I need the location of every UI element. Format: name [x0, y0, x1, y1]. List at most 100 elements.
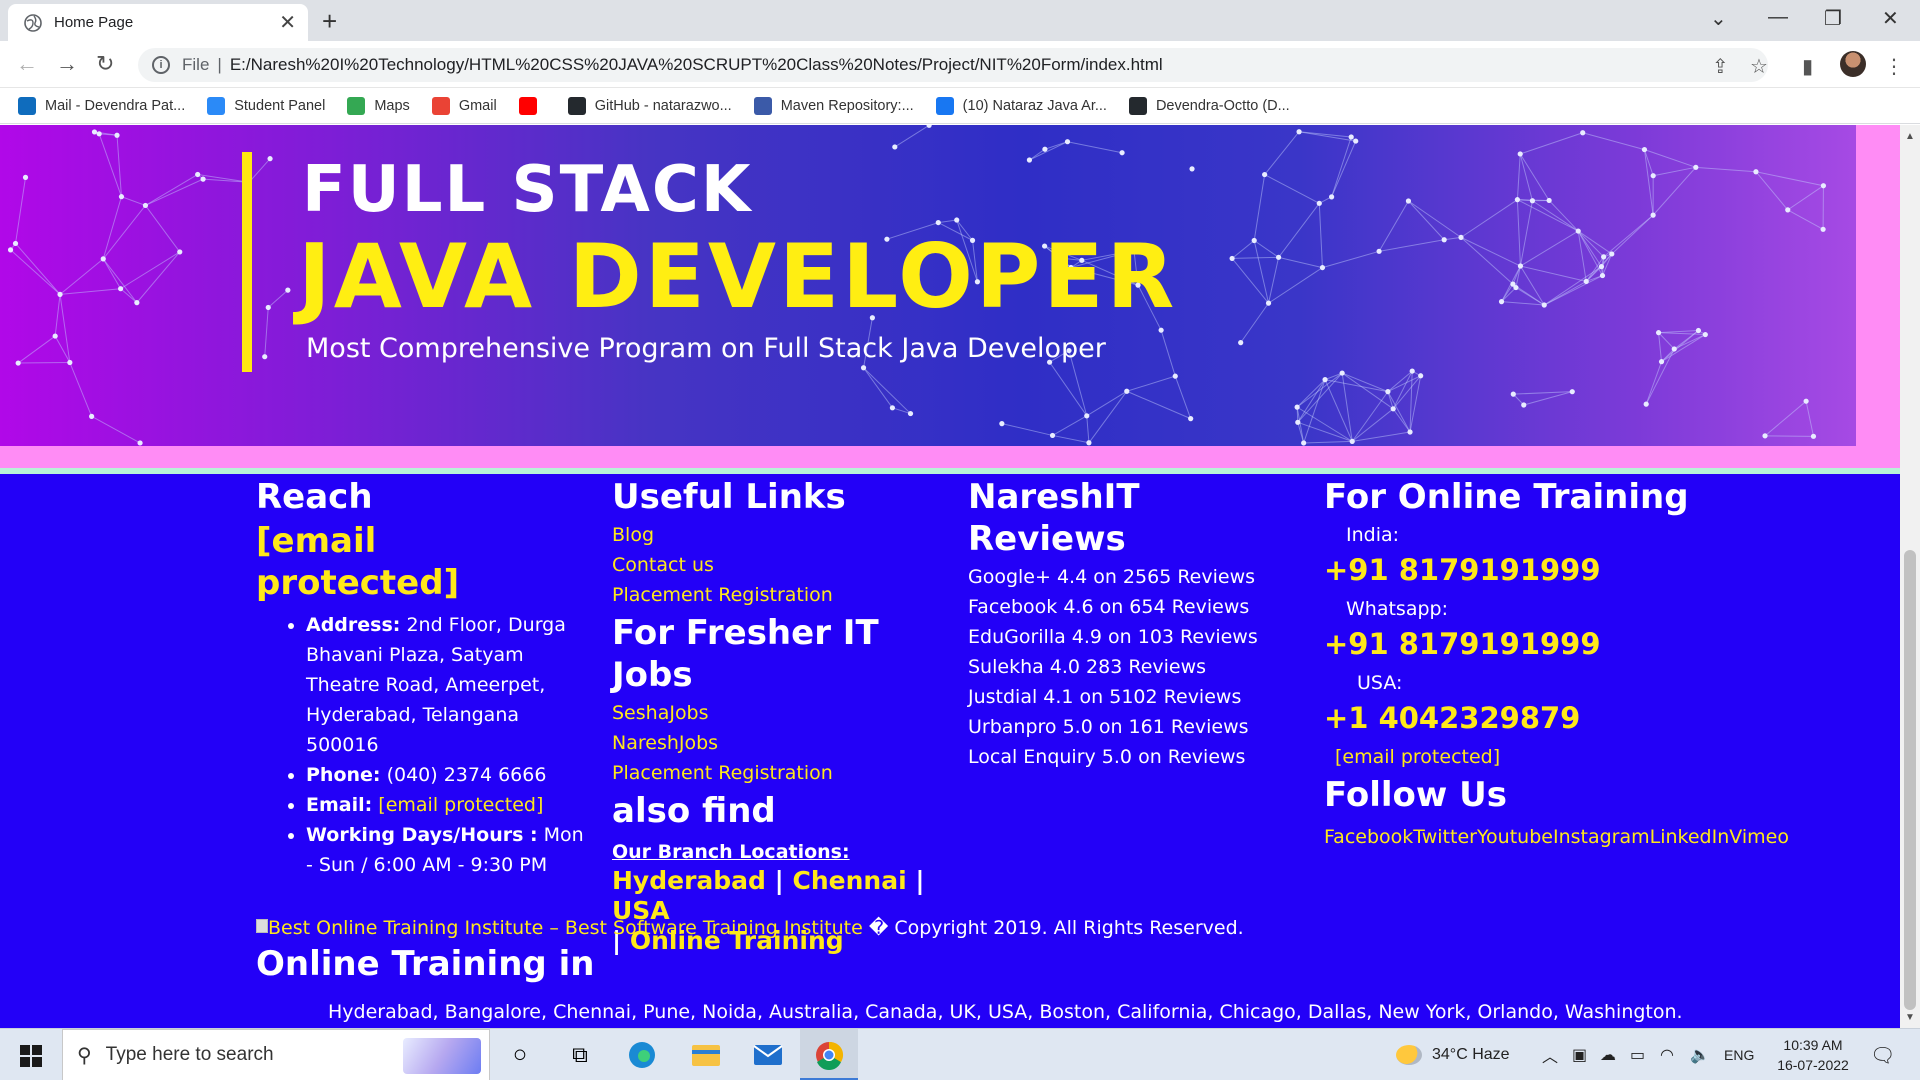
- review-urbanpro[interactable]: Urbanpro 5.0 on 161 Reviews: [968, 712, 1298, 742]
- windows-start-icon[interactable]: [20, 1045, 42, 1067]
- reach-column: Reach [email protected] Address: 2nd Flo…: [256, 474, 586, 880]
- branch-locations-heading: Our Branch Locations:: [612, 841, 850, 863]
- bookmark-item[interactable]: Student Panel: [207, 96, 326, 115]
- link-placement[interactable]: Placement Registration: [612, 580, 942, 610]
- online-email-link[interactable]: [email protected]: [1335, 742, 1784, 772]
- minimize-icon[interactable]: —: [1768, 6, 1788, 29]
- reach-heading: Reach: [256, 477, 373, 517]
- scroll-down-arrow-icon[interactable]: ▼: [1905, 1012, 1915, 1023]
- taskbar-search-box[interactable]: ⚲ Type here to search: [62, 1029, 490, 1080]
- bookmark-item[interactable]: Devendra-Octto (D...: [1128, 96, 1290, 115]
- edge-icon[interactable]: [626, 1039, 658, 1071]
- india-phone[interactable]: +91 8179191999: [1324, 550, 1784, 590]
- review-sulekha[interactable]: Sulekha 4.0 283 Reviews: [968, 652, 1298, 682]
- address-bar[interactable]: i File | E:/Naresh%20I%20Technology/HTML…: [138, 48, 1768, 82]
- review-facebook[interactable]: Facebook 4.6 on 654 Reviews: [968, 592, 1298, 622]
- branch-chennai[interactable]: Chennai: [793, 866, 907, 895]
- new-tab-icon[interactable]: +: [322, 6, 337, 37]
- close-tab-icon[interactable]: ✕: [279, 10, 296, 35]
- link-blog[interactable]: Blog: [612, 520, 942, 550]
- profile-avatar[interactable]: [1840, 51, 1866, 77]
- review-google[interactable]: Google+ 4.4 on 2565 Reviews: [968, 562, 1298, 592]
- mail-icon[interactable]: [752, 1039, 784, 1071]
- bookmark-item[interactable]: Mail - Devendra Pat...: [18, 96, 185, 115]
- device-icon[interactable]: ▣: [1572, 1029, 1587, 1080]
- review-edugorilla[interactable]: EduGorilla 4.9 on 103 Reviews: [968, 622, 1298, 652]
- social-vimeo[interactable]: Vimeo: [1729, 826, 1789, 848]
- banner-subtitle: Most Comprehensive Program on Full Stack…: [306, 333, 1106, 364]
- banner-title-line2: JAVA DEVELOPER: [298, 225, 1178, 328]
- email-link[interactable]: [email protected]: [378, 794, 543, 816]
- reload-icon[interactable]: ↻: [96, 51, 114, 77]
- side-panel-icon[interactable]: ▮: [1802, 54, 1813, 79]
- weather-icon: [1396, 1045, 1422, 1065]
- social-youtube[interactable]: Youtube: [1477, 826, 1553, 848]
- follow-us-heading: Follow Us: [1324, 775, 1507, 815]
- review-local-enquiry[interactable]: Local Enquiry 5.0 on Reviews: [968, 742, 1298, 772]
- back-icon[interactable]: ←: [16, 51, 38, 77]
- bookmark-star-icon[interactable]: ☆: [1750, 54, 1768, 79]
- youtube-icon: [518, 96, 537, 115]
- scroll-thumb[interactable]: [1904, 550, 1916, 1010]
- social-twitter[interactable]: Twitter: [1413, 826, 1477, 848]
- language-indicator[interactable]: ENG: [1724, 1029, 1754, 1080]
- useful-links-heading: Useful Links: [612, 477, 846, 517]
- review-justdial[interactable]: Justdial 4.1 on 5102 Reviews: [968, 682, 1298, 712]
- weather-text: 34°C Haze: [1432, 1046, 1510, 1063]
- bookmark-item[interactable]: [518, 96, 546, 115]
- search-icon: ⚲: [77, 1044, 92, 1067]
- restore-icon[interactable]: ❐: [1824, 6, 1842, 31]
- link-nareshjobs[interactable]: NareshJobs: [612, 728, 942, 758]
- globe-icon: [24, 13, 42, 32]
- social-instagram[interactable]: Instagram: [1553, 826, 1650, 848]
- branch-hyderabad[interactable]: Hyderabad: [612, 866, 766, 895]
- bookmark-item[interactable]: Maps: [347, 96, 410, 115]
- info-icon[interactable]: i: [152, 56, 170, 74]
- share-icon[interactable]: ⇪: [1712, 54, 1729, 79]
- scroll-up-arrow-icon[interactable]: ▲: [1905, 131, 1915, 142]
- cities-list: Hyderabad, Bangalore, Chennai, Pune, Noi…: [328, 1001, 1683, 1023]
- system-clock[interactable]: 10:39 AM 16-07-2022: [1768, 1035, 1858, 1075]
- file-explorer-icon[interactable]: [690, 1039, 722, 1071]
- task-view-icon[interactable]: ⧉: [564, 1039, 596, 1071]
- outlook-icon: [18, 96, 36, 115]
- whatsapp-label: Whatsapp:: [1346, 598, 1448, 620]
- whatsapp-phone[interactable]: +91 8179191999: [1324, 624, 1784, 664]
- email-label: Email:: [306, 794, 373, 816]
- onedrive-icon[interactable]: ☁: [1600, 1029, 1616, 1080]
- logo-alt-text[interactable]: Best Online Training Institute – Best So…: [268, 917, 863, 939]
- gmail-icon: [431, 96, 450, 115]
- tab-search-icon[interactable]: ⌄: [1710, 6, 1727, 31]
- branch-separator: |: [774, 866, 784, 895]
- bookmark-label: Student Panel: [234, 97, 326, 114]
- notifications-icon[interactable]: 🗨: [1870, 1029, 1895, 1080]
- url-text: E:/Naresh%20I%20Technology/HTML%20CSS%20…: [229, 55, 1163, 74]
- search-placeholder: Type here to search: [105, 1044, 274, 1065]
- volume-icon[interactable]: 🔈: [1690, 1029, 1710, 1080]
- window-close-icon[interactable]: ✕: [1882, 6, 1899, 31]
- menu-icon[interactable]: ⋮: [1884, 54, 1904, 79]
- cortana-icon[interactable]: ○: [504, 1039, 536, 1071]
- chrome-icon[interactable]: [813, 1039, 845, 1071]
- wifi-icon[interactable]: ◠: [1660, 1029, 1674, 1080]
- india-label: India:: [1346, 524, 1400, 546]
- bookmark-item[interactable]: (10) Nataraz Java Ar...: [935, 96, 1107, 115]
- usa-phone[interactable]: +1 4042329879: [1324, 698, 1784, 738]
- bookmark-label: Gmail: [458, 97, 497, 114]
- reach-email-heading[interactable]: [email protected]: [256, 520, 586, 604]
- banner-title-line1: FULL STACK: [302, 153, 753, 227]
- social-linkedin[interactable]: LinkedIn: [1650, 826, 1730, 848]
- link-seshajobs[interactable]: SeshaJobs: [612, 698, 942, 728]
- bookmark-item[interactable]: GitHub - natarazwo...: [567, 96, 732, 115]
- battery-icon[interactable]: ▭: [1630, 1029, 1645, 1080]
- link-contact[interactable]: Contact us: [612, 550, 942, 580]
- weather-widget[interactable]: 34°C Haze: [1396, 1029, 1510, 1080]
- forward-icon[interactable]: →: [56, 51, 78, 77]
- browser-tab[interactable]: Home Page ✕: [8, 4, 308, 41]
- page-scrollbar[interactable]: ▲ ▼: [1900, 125, 1920, 1028]
- link-placement-2[interactable]: Placement Registration: [612, 758, 942, 788]
- bookmark-item[interactable]: Maven Repository:...: [753, 96, 914, 115]
- show-hidden-icons-icon[interactable]: ︿: [1542, 1029, 1558, 1080]
- social-facebook[interactable]: Facebook: [1324, 826, 1413, 848]
- bookmark-item[interactable]: Gmail: [431, 96, 497, 115]
